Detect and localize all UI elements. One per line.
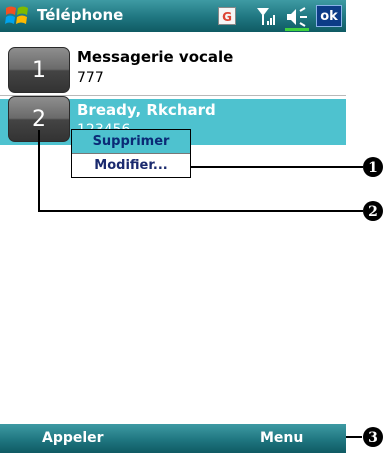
menu-softkey[interactable]: Menu	[260, 430, 303, 446]
callout-number-3: 3	[368, 430, 378, 446]
appeler-softkey[interactable]: Appeler	[42, 430, 104, 446]
callout-line-2	[38, 130, 363, 212]
callout-annotations: 1 2 3	[38, 130, 383, 447]
callout-number-2: 2	[368, 204, 378, 220]
phone-screen: Téléphone G ok 1 Messagerie vocale 777 2…	[0, 0, 389, 453]
softkey-bar: Appeler Menu	[0, 424, 346, 453]
callout-number-1: 1	[368, 160, 378, 176]
